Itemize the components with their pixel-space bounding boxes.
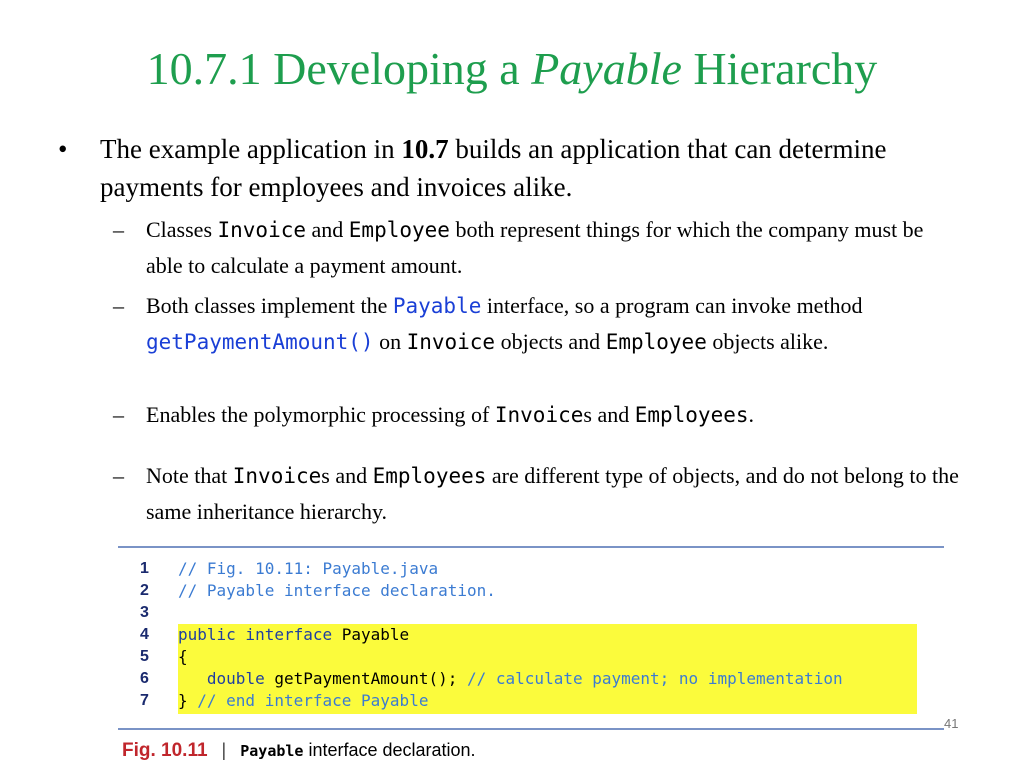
bullet-marker: •	[58, 134, 68, 164]
sub-bullet-1: – Classes Invoice and Employee both repr…	[113, 217, 924, 278]
page-number: 41	[944, 716, 959, 731]
code-line: 2// Payable interface declaration.	[140, 581, 496, 600]
code-line: 4 public interface Payable	[140, 625, 410, 644]
slide-title: 10.7.1 Developing a Payable Hierarchy	[146, 43, 878, 94]
code-line: 6 double getPaymentAmount(); // calculat…	[140, 669, 843, 688]
code-top-rule	[118, 546, 944, 548]
code-line: 7} // end interface Payable	[140, 691, 429, 710]
title-italic: Payable	[531, 43, 682, 94]
code-line: 1// Fig. 10.11: Payable.java	[140, 559, 439, 578]
code-bottom-rule	[118, 728, 944, 730]
main-bullet-text: The example application in 10.7 builds a…	[100, 134, 887, 202]
figure-caption: Fig. 10.11 | Payable interface declaration…	[122, 740, 476, 761]
main-bullet: • The example application in 10.7 builds…	[58, 130, 968, 206]
code-line: 3	[140, 604, 149, 621]
code-line: 5{	[140, 647, 188, 666]
sub-bullet-4: – Note that Invoices and Employees are d…	[113, 463, 959, 524]
sub-bullet-3: – Enables the polymorphic processing of …	[113, 402, 755, 427]
code-listing: 1// Fig. 10.11: Payable.java 2// Payable…	[118, 558, 918, 712]
sub-bullet-2: – Both classes implement the Payable int…	[113, 293, 863, 354]
